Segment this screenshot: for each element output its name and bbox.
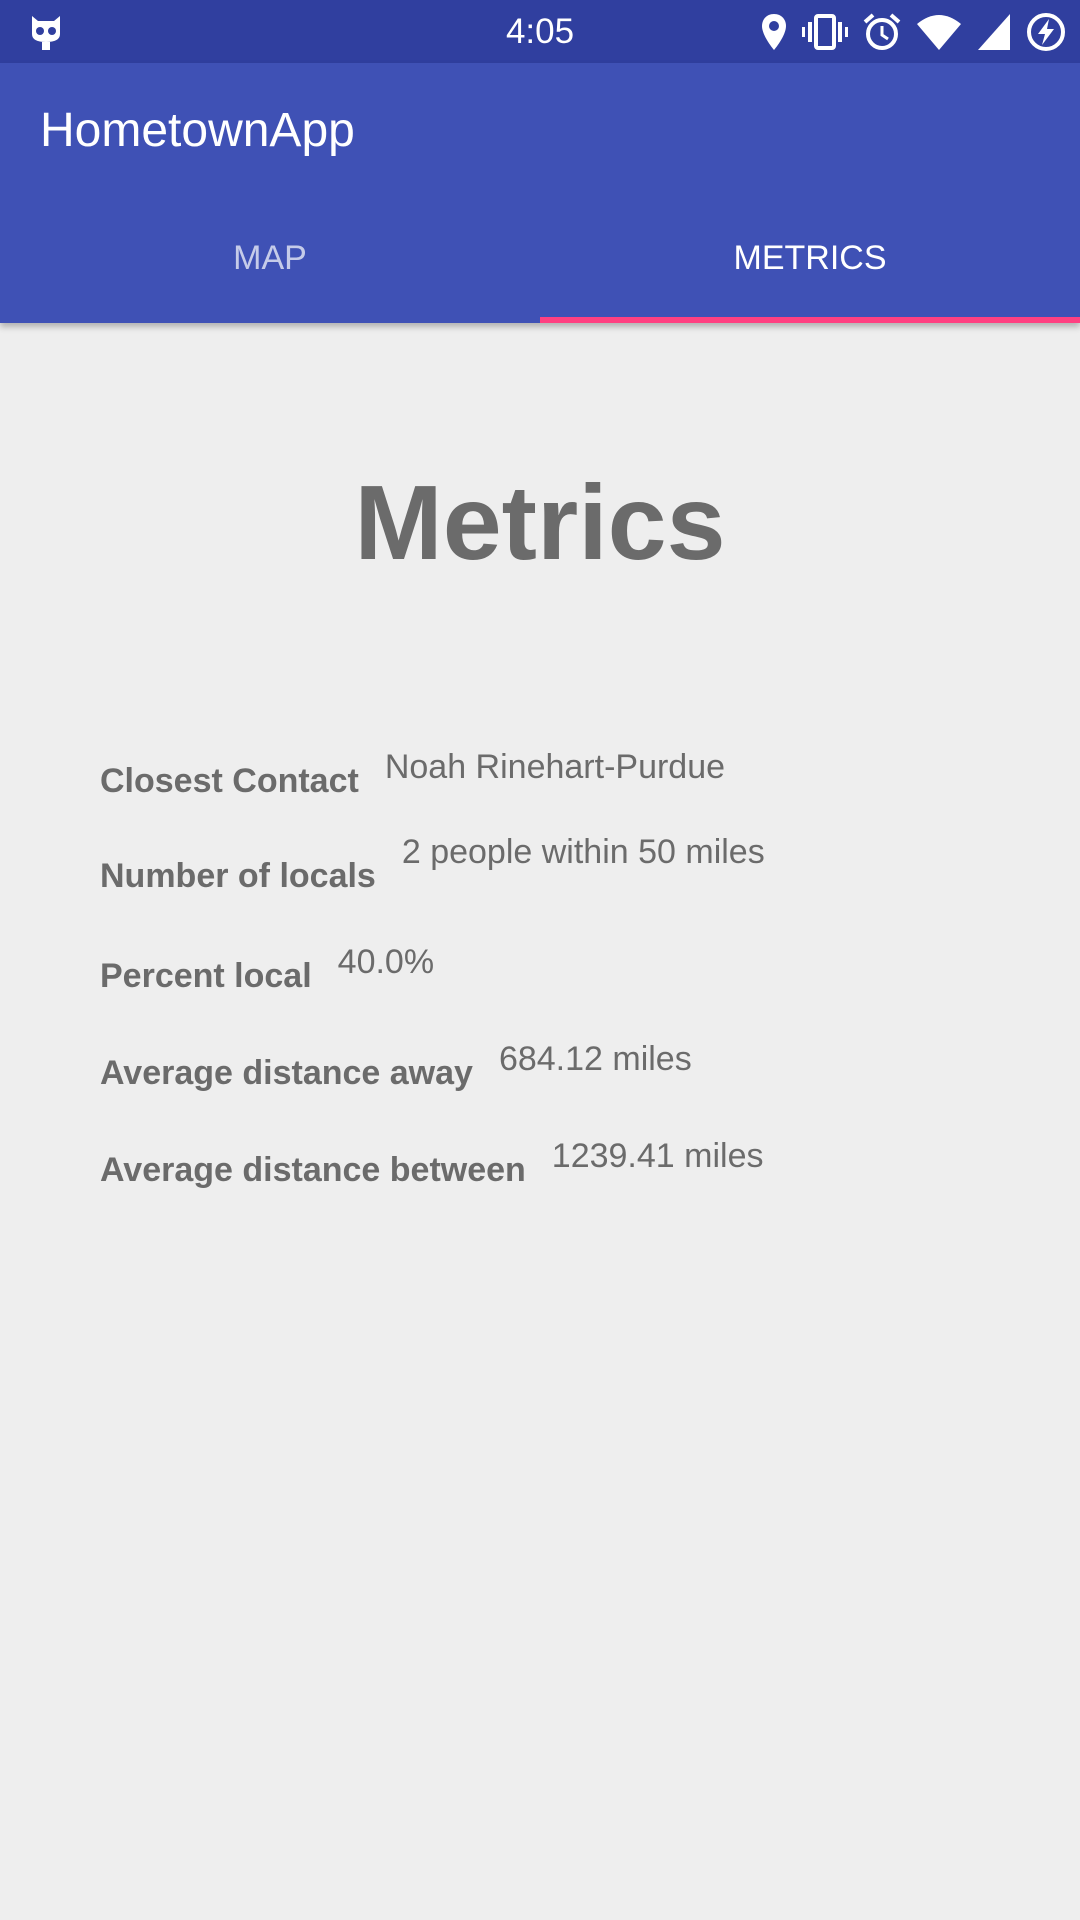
metric-value: 2 people within 50 miles <box>401 833 765 871</box>
status-icons <box>760 9 1066 55</box>
metric-row-percent-local: Percent local 40.0% <box>100 943 434 996</box>
app-title: HometownApp <box>40 104 355 157</box>
metric-label: Number of locals <box>100 857 376 895</box>
metric-label: Average distance away <box>100 1054 473 1092</box>
metric-row-number-of-locals: Number of locals 2 people within 50 mile… <box>100 833 765 896</box>
battery-charging-icon <box>1026 12 1066 52</box>
metric-row-average-distance-between: Average distance between 1239.41 miles <box>100 1137 763 1190</box>
vibrate-icon <box>802 12 848 52</box>
metric-row-closest-contact: Closest Contact Noah Rinehart-Purdue <box>100 748 725 801</box>
metric-row-average-distance-away: Average distance away 684.12 miles <box>100 1040 692 1093</box>
app-bar: HometownApp MAP METRICS <box>0 63 1080 323</box>
metric-value: Noah Rinehart-Purdue <box>384 748 726 786</box>
metric-value: 40.0% <box>337 943 435 981</box>
tab-metrics[interactable]: METRICS <box>540 193 1080 323</box>
metric-label: Average distance between <box>100 1151 526 1189</box>
signal-icon <box>976 12 1012 52</box>
location-icon <box>760 12 788 52</box>
metric-value: 1239.41 miles <box>551 1137 764 1175</box>
metric-label: Closest Contact <box>100 762 359 800</box>
tab-map[interactable]: MAP <box>0 193 540 323</box>
tab-bar: MAP METRICS <box>0 193 1080 323</box>
page-title: Metrics <box>354 464 726 582</box>
wifi-icon <box>916 12 962 52</box>
metric-label: Percent local <box>100 957 312 995</box>
metric-value: 684.12 miles <box>498 1040 692 1078</box>
metrics-content: Metrics Closest Contact Noah Rinehart-Pu… <box>0 323 1080 1920</box>
status-bar: 4:05 <box>0 0 1080 63</box>
alarm-icon <box>862 12 902 52</box>
